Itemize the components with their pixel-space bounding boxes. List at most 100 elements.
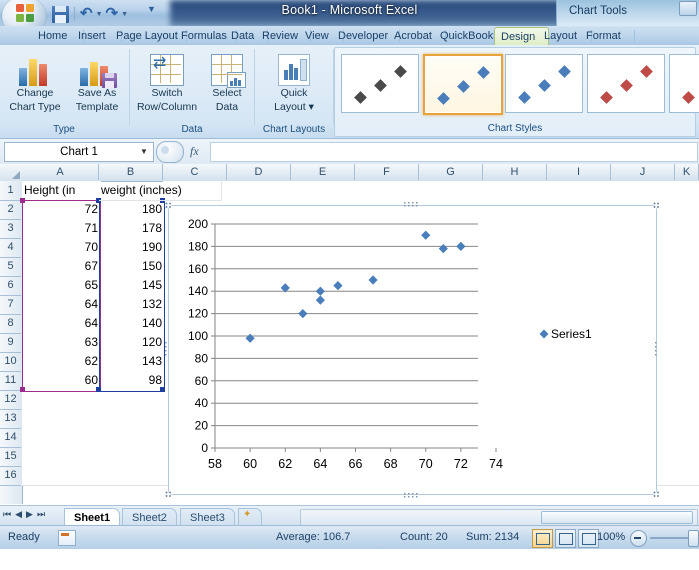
- ribbon-tab-format[interactable]: Format: [580, 27, 635, 45]
- chart-handle-top-right[interactable]: [653, 202, 660, 209]
- cell-A13[interactable]: [22, 409, 101, 429]
- zoom-slider-track[interactable]: [650, 537, 690, 539]
- page-break-view-button[interactable]: [578, 529, 599, 548]
- page-layout-view-button[interactable]: [555, 529, 576, 548]
- chart-legend-label[interactable]: Series1: [551, 327, 592, 341]
- insert-function-icon[interactable]: fx: [190, 144, 199, 159]
- cell-A12[interactable]: [22, 390, 101, 410]
- cell-A11[interactable]: 60: [22, 371, 102, 391]
- cell-K13[interactable]: [675, 409, 699, 429]
- cell-A14[interactable]: [22, 428, 101, 448]
- selection-handle-br[interactable]: [160, 387, 165, 392]
- cell-B16[interactable]: [99, 466, 165, 486]
- cell-B11[interactable]: 98: [99, 371, 166, 391]
- cell-A16[interactable]: [22, 466, 101, 486]
- row-header-10[interactable]: 10: [0, 352, 21, 372]
- row-header-12[interactable]: 12: [0, 390, 21, 410]
- next-sheet-icon[interactable]: ▶: [26, 509, 33, 520]
- cell-B5[interactable]: 150: [99, 257, 166, 277]
- cell-B13[interactable]: [99, 409, 165, 429]
- cell-D1[interactable]: [227, 181, 293, 201]
- cell-B4[interactable]: 190: [99, 238, 166, 258]
- row-header-13[interactable]: 13: [0, 409, 21, 429]
- chart-handle-mid-right[interactable]: [655, 342, 660, 358]
- row-header-15[interactable]: 15: [0, 447, 21, 467]
- cell-A10[interactable]: 62: [22, 352, 102, 372]
- quick-layout-button[interactable]: Quick Layout ▾: [263, 50, 325, 113]
- cell-K5[interactable]: [675, 257, 699, 277]
- row-header-5[interactable]: 5: [0, 257, 21, 277]
- column-header-A[interactable]: A: [22, 164, 99, 180]
- row-header-8[interactable]: 8: [0, 314, 21, 334]
- chart-handle-mid-left[interactable]: [165, 342, 170, 358]
- cell-B15[interactable]: [99, 447, 165, 467]
- cell-A8[interactable]: 64: [22, 314, 102, 334]
- normal-view-button[interactable]: [532, 529, 553, 548]
- name-box-dropdown-icon[interactable]: ▼: [140, 147, 148, 156]
- row-header-1[interactable]: 1: [0, 181, 21, 201]
- save-as-template-button[interactable]: Save As Template: [66, 50, 128, 113]
- cell-A2[interactable]: 72: [22, 200, 102, 220]
- row-header-11[interactable]: 11: [0, 371, 21, 391]
- cell-K10[interactable]: [675, 352, 699, 372]
- horizontal-scrollbar-thumb[interactable]: [541, 511, 693, 524]
- chart-handle-bottom-center[interactable]: [404, 493, 420, 498]
- prev-sheet-icon[interactable]: ◀: [15, 509, 22, 520]
- chart-styles-gallery[interactable]: Chart Styles: [334, 47, 696, 137]
- cell-B10[interactable]: 143: [99, 352, 166, 372]
- row-header-7[interactable]: 7: [0, 295, 21, 315]
- row-header-16[interactable]: 16: [0, 466, 21, 486]
- column-header-F[interactable]: F: [355, 164, 419, 180]
- cell-G1[interactable]: [419, 181, 485, 201]
- horizontal-scrollbar[interactable]: [300, 509, 698, 526]
- column-header-G[interactable]: G: [419, 164, 483, 180]
- chart-style-thumb-1[interactable]: [341, 54, 419, 113]
- last-sheet-icon[interactable]: ⏭: [37, 509, 45, 520]
- select-data-button[interactable]: Select Data: [199, 50, 255, 113]
- chart-handle-bottom-left[interactable]: [165, 491, 172, 498]
- cell-K11[interactable]: [675, 371, 699, 391]
- cell-H1[interactable]: [483, 181, 549, 201]
- status-record-macro-icon[interactable]: [58, 530, 76, 546]
- row-header-2[interactable]: 2: [0, 200, 21, 220]
- chart-style-thumb-2[interactable]: [423, 54, 503, 115]
- cell-B12[interactable]: [99, 390, 165, 410]
- cell-F1[interactable]: [355, 181, 421, 201]
- row-header-4[interactable]: 4: [0, 238, 21, 258]
- row-header-9[interactable]: 9: [0, 333, 21, 353]
- row-header-14[interactable]: 14: [0, 428, 21, 448]
- cell-E1[interactable]: [291, 181, 357, 201]
- cell-K1[interactable]: [675, 181, 699, 201]
- column-header-C[interactable]: C: [163, 164, 227, 180]
- cell-K4[interactable]: [675, 238, 699, 258]
- first-sheet-icon[interactable]: ⏮: [3, 509, 11, 520]
- cell-B8[interactable]: 140: [99, 314, 166, 334]
- cell-K15[interactable]: [675, 447, 699, 467]
- cell-A9[interactable]: 63: [22, 333, 102, 353]
- zoom-slider-thumb[interactable]: [688, 530, 699, 547]
- select-all-button[interactable]: [0, 164, 23, 182]
- cell-A15[interactable]: [22, 447, 101, 467]
- switch-row-column-button[interactable]: ⇄ Switch Row/Column: [135, 50, 199, 113]
- column-header-H[interactable]: H: [483, 164, 547, 180]
- column-header-E[interactable]: E: [291, 164, 355, 180]
- column-header-I[interactable]: I: [547, 164, 611, 180]
- selection-handle-bm[interactable]: [96, 387, 101, 392]
- cell-A7[interactable]: 64: [22, 295, 102, 315]
- cell-B1[interactable]: weight (inches): [99, 181, 222, 201]
- cell-K12[interactable]: [675, 390, 699, 410]
- zoom-out-button[interactable]: [630, 530, 647, 547]
- cell-I1[interactable]: [547, 181, 613, 201]
- cell-B9[interactable]: 120: [99, 333, 166, 353]
- cell-K14[interactable]: [675, 428, 699, 448]
- chart-handle-top-center[interactable]: [404, 202, 420, 207]
- column-header-J[interactable]: J: [611, 164, 675, 180]
- chart-style-thumb-3[interactable]: [505, 54, 583, 113]
- chart-style-thumb-4[interactable]: [587, 54, 665, 113]
- window-control-button[interactable]: [679, 1, 697, 16]
- formula-input[interactable]: [210, 142, 698, 162]
- chart-object[interactable]: 0204060801001201401601802005860626466687…: [168, 205, 657, 495]
- cell-K16[interactable]: [675, 466, 699, 486]
- chart-style-thumb-5[interactable]: [669, 54, 699, 113]
- cell-A5[interactable]: 67: [22, 257, 102, 277]
